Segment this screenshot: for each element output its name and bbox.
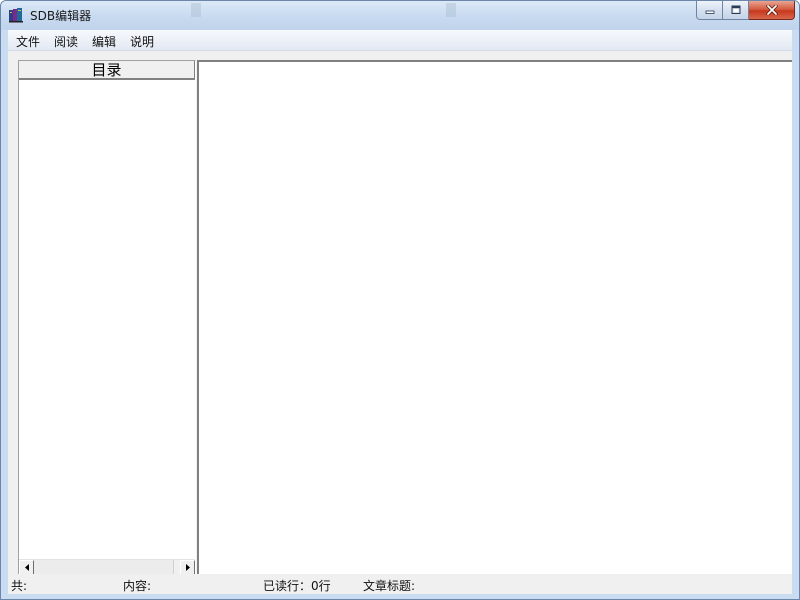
window-title: SDB编辑器 bbox=[30, 9, 92, 23]
client-area: 文件 阅读 编辑 说明 目录 共: 内容: 已读行：0行 文章标题: bbox=[8, 30, 792, 594]
title-bar[interactable]: SDB编辑器 bbox=[1, 1, 799, 30]
catalog-header[interactable]: 目录 bbox=[19, 61, 195, 80]
arrow-right-icon bbox=[185, 564, 190, 571]
status-bar: 共: 内容: 已读行：0行 文章标题: bbox=[8, 574, 792, 594]
menu-edit[interactable]: 编辑 bbox=[92, 33, 116, 50]
maximize-icon bbox=[731, 5, 740, 14]
scroll-track[interactable] bbox=[34, 560, 174, 574]
caption-buttons bbox=[696, 1, 795, 21]
app-window: SDB编辑器 文件 阅读 编辑 说明 目录 共: 内容: 已读行：0行 文章标题… bbox=[0, 0, 800, 600]
scroll-right-button[interactable] bbox=[180, 560, 195, 575]
catalog-panel[interactable]: 目录 bbox=[18, 60, 196, 575]
status-article-title-label: 文章标题: bbox=[363, 579, 416, 593]
menu-bar: 文件 阅读 编辑 说明 bbox=[8, 30, 792, 51]
menu-help[interactable]: 说明 bbox=[130, 33, 154, 50]
status-read-lines: 已读行：0行 bbox=[263, 579, 331, 593]
scroll-left-button[interactable] bbox=[19, 560, 34, 575]
status-total-label: 共: bbox=[11, 579, 28, 593]
catalog-horizontal-scrollbar[interactable] bbox=[19, 559, 195, 575]
minimize-icon bbox=[705, 10, 714, 14]
menu-file[interactable]: 文件 bbox=[16, 33, 40, 50]
minimize-button[interactable] bbox=[696, 1, 723, 20]
close-button[interactable] bbox=[749, 1, 795, 20]
background-ghost bbox=[191, 3, 231, 19]
menu-read[interactable]: 阅读 bbox=[54, 33, 78, 50]
background-ghost bbox=[446, 3, 486, 19]
content-text-area[interactable] bbox=[197, 60, 792, 574]
catalog-list[interactable] bbox=[19, 80, 195, 559]
app-book-icon[interactable] bbox=[8, 7, 24, 23]
maximize-button[interactable] bbox=[723, 1, 749, 20]
close-icon bbox=[765, 5, 778, 15]
status-content-label: 内容: bbox=[123, 579, 152, 593]
arrow-left-icon bbox=[24, 564, 29, 571]
